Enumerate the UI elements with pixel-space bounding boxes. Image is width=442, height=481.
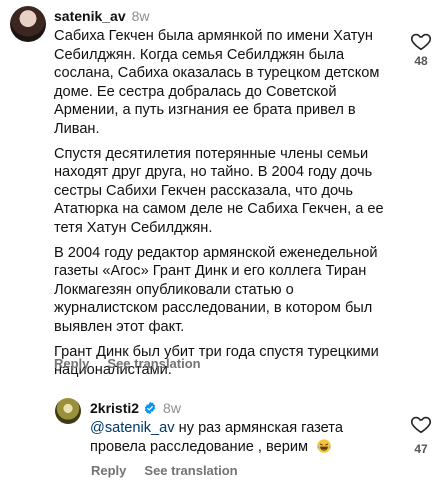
- reply-button[interactable]: Reply: [91, 463, 126, 478]
- comment-actions: Reply See translation: [91, 463, 238, 478]
- username[interactable]: 2kristi2: [90, 400, 139, 416]
- mention-link[interactable]: @satenik_av: [90, 420, 175, 436]
- comment-actions: Reply See translation: [54, 356, 201, 371]
- verified-badge-icon: [144, 401, 156, 415]
- see-translation-button[interactable]: See translation: [107, 356, 200, 371]
- timestamp: 8w: [131, 8, 150, 24]
- comment-paragraph: Спустя десятилетия потерянные члены семь…: [54, 145, 384, 236]
- laughing-tears-emoji-icon: [317, 438, 331, 453]
- comment-paragraph: В 2004 году редактор армянской еженедель…: [54, 244, 378, 335]
- avatar[interactable]: [55, 398, 81, 424]
- username[interactable]: satenik_av: [54, 8, 126, 24]
- comment-header: 2kristi2 8w: [90, 400, 181, 416]
- reply-button[interactable]: Reply: [54, 356, 89, 371]
- heart-icon[interactable]: [410, 30, 432, 52]
- like-count: 47: [414, 442, 428, 456]
- comment-paragraph: Сабиха Гекчен была армянкой по имени Хат…: [54, 28, 380, 137]
- comment-text: @satenik_av ну раз армянская газета пров…: [90, 419, 390, 456]
- see-translation-button[interactable]: See translation: [144, 463, 237, 478]
- timestamp: 8w: [163, 400, 181, 416]
- comment-header: satenik_av 8w: [54, 8, 150, 24]
- comment-text: Сабиха Гекчен была армянкой по имени Хат…: [54, 27, 396, 386]
- heart-icon[interactable]: [410, 413, 432, 435]
- avatar[interactable]: [10, 6, 46, 42]
- like-count: 48: [414, 54, 428, 68]
